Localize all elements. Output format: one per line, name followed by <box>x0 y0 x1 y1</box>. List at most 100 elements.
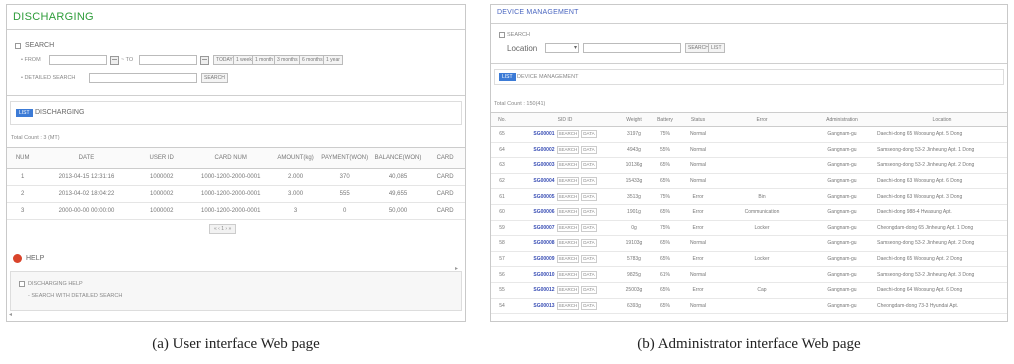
col-amount: AMOUNT(kg) <box>272 147 319 169</box>
help-icon <box>13 254 22 263</box>
cell-sid: SG00012 SEARCH DATA <box>513 282 617 299</box>
row-search-button[interactable]: SEARCH <box>556 270 580 279</box>
to-date-input[interactable] <box>139 55 197 65</box>
col-card-num: CARD NUM <box>188 147 273 169</box>
divider <box>491 63 1007 64</box>
row-data-button[interactable]: DATA <box>581 161 597 170</box>
row-search-button[interactable]: SEARCH <box>556 130 580 139</box>
row-data-button[interactable]: DATA <box>581 286 597 295</box>
cell-status: Error <box>679 251 717 268</box>
row-search-button[interactable]: SEARCH <box>556 145 580 154</box>
cell-weight: 1901g <box>617 204 651 221</box>
total-count: Total Count : 150(41) <box>494 101 546 107</box>
row-data-button[interactable]: DATA <box>581 223 597 232</box>
cell-administration: Gangnam-gu <box>807 251 877 268</box>
row-search-button[interactable]: SEARCH <box>556 239 580 248</box>
sid-link[interactable]: SG00004 <box>533 178 554 184</box>
sid-link[interactable]: SG00001 <box>533 131 554 137</box>
col-sid: SID ID <box>513 112 617 127</box>
row-search-button[interactable]: SEARCH <box>556 255 580 264</box>
row-data-button[interactable]: DATA <box>581 177 597 186</box>
row-data-button[interactable]: DATA <box>581 130 597 139</box>
table-row[interactable]: 59 SG00007 SEARCH DATA 0g 75% Error Locker Gangn… <box>491 220 1007 237</box>
sid-link[interactable]: SG00013 <box>533 303 554 309</box>
cell-status: Error <box>679 220 717 237</box>
search-button[interactable]: SEARCH <box>201 73 228 83</box>
help-checkbox-icon <box>19 281 25 287</box>
page-title: DISCHARGING <box>13 11 94 23</box>
sid-link[interactable]: SG00003 <box>533 162 554 168</box>
cell-no: 55 <box>491 282 513 299</box>
row-data-button[interactable]: DATA <box>581 192 597 201</box>
cell-status: Normal <box>679 126 717 143</box>
sid-link[interactable]: SG00006 <box>533 209 554 215</box>
period-3months-button[interactable]: 3 months <box>274 55 301 65</box>
cell-sid: SG00010 SEARCH DATA <box>513 266 617 283</box>
row-search-button[interactable]: SEARCH <box>556 223 580 232</box>
period-6months-button[interactable]: 6 months <box>299 55 326 65</box>
total-count: Total Count : 3 (MT) <box>11 135 60 141</box>
location-select[interactable]: ▾ <box>545 43 579 53</box>
table-row[interactable]: 60 SG00006 SEARCH DATA 1901g 65% Error Communic… <box>491 204 1007 221</box>
table-row[interactable]: 64 SG00002 SEARCH DATA 4943g 55% Normal Gangnam… <box>491 142 1007 159</box>
table-header-row: No. SID ID Weight Battery Status Error A… <box>491 112 1007 127</box>
sid-link[interactable]: SG00002 <box>533 147 554 153</box>
cell: 40,085 <box>370 168 426 186</box>
sid-link[interactable]: SG00007 <box>533 225 554 231</box>
cell-battery: 65% <box>651 282 679 299</box>
period-1month-button[interactable]: 1 month <box>252 55 277 65</box>
period-1year-button[interactable]: 1 year <box>323 55 343 65</box>
col-battery: Battery <box>651 112 679 127</box>
table-row[interactable]: 2 2013-04-02 18:04:22 1000002 1000-1200-… <box>7 185 465 203</box>
table-row[interactable]: 56 SG00010 SEARCH DATA 9825g 61% Normal Gangnam… <box>491 266 1007 283</box>
sid-link[interactable]: SG00008 <box>533 240 554 246</box>
table-row[interactable]: 58 SG00008 SEARCH DATA 19103g 65% Normal Gangna… <box>491 235 1007 252</box>
row-search-button[interactable]: SEARCH <box>556 161 580 170</box>
cell-administration: Gangnam-gu <box>807 188 877 205</box>
from-date-input[interactable] <box>49 55 107 65</box>
cell-administration: Gangnam-gu <box>807 220 877 237</box>
calendar-icon[interactable] <box>110 56 119 65</box>
row-search-button[interactable]: SEARCH <box>556 286 580 295</box>
cell-location: Daechi-dong 63 Woosung Apt. 3 Dong <box>877 188 1007 205</box>
table-row[interactable]: 3 2000-00-00 00:00:00 1000002 1000-1200-… <box>7 202 465 220</box>
row-data-button[interactable]: DATA <box>581 255 597 264</box>
scroll-left-icon[interactable]: ◂ <box>9 311 12 318</box>
cell-error <box>717 157 807 174</box>
sid-link[interactable]: SG00012 <box>533 287 554 293</box>
table-row[interactable]: 57 SG00009 SEARCH DATA 5783g 65% Error Locker Ga… <box>491 251 1007 268</box>
row-data-button[interactable]: DATA <box>581 301 597 310</box>
cell-weight: 6393g <box>617 298 651 315</box>
row-data-button[interactable]: DATA <box>581 208 597 217</box>
table-row[interactable]: 65 SG00001 SEARCH DATA 3197g 75% Normal Gangnam… <box>491 126 1007 143</box>
cell-sid: SG00007 SEARCH DATA <box>513 220 617 237</box>
sid-link[interactable]: SG00009 <box>533 256 554 262</box>
table-row[interactable]: 63 SG00003 SEARCH DATA 10136g 65% Normal Gangna… <box>491 157 1007 174</box>
row-search-button[interactable]: SEARCH <box>556 192 580 201</box>
table-row[interactable]: 1 2013-04-15 12:31:16 1000002 1000-1200-… <box>7 168 465 186</box>
calendar-icon[interactable] <box>200 56 209 65</box>
table-row[interactable]: 62 SG00004 SEARCH DATA 15433g 65% Normal Gangna… <box>491 173 1007 190</box>
list-button[interactable]: LIST <box>708 43 725 53</box>
row-data-button[interactable]: DATA <box>581 145 597 154</box>
sid-link[interactable]: SG00005 <box>533 194 554 200</box>
row-data-button[interactable]: DATA <box>581 239 597 248</box>
detailed-search-input[interactable] <box>89 73 197 83</box>
cell: 1000-1200-2000-0001 <box>188 185 273 203</box>
location-search-input[interactable] <box>583 43 681 53</box>
row-search-button[interactable]: SEARCH <box>556 301 580 310</box>
row-search-button[interactable]: SEARCH <box>556 177 580 186</box>
sid-link[interactable]: SG00010 <box>533 272 554 278</box>
pagination[interactable]: « ‹ 1 › » <box>209 224 237 234</box>
table-row[interactable]: 61 SG00005 SEARCH DATA 3513g 75% Error Bin Gangn… <box>491 188 1007 205</box>
divider <box>7 29 465 30</box>
cell-sid: SG00006 SEARCH DATA <box>513 204 617 221</box>
scroll-right-icon[interactable]: ▸ <box>455 265 458 272</box>
to-label: ~ TO <box>121 57 134 63</box>
col-payment: PAYMENT(WON) <box>318 147 371 169</box>
table-row[interactable]: 55 SG00012 SEARCH DATA 25003g 65% Error Cap Gang… <box>491 282 1007 299</box>
row-data-button[interactable]: DATA <box>581 270 597 279</box>
section-label: DISCHARGING <box>35 109 85 116</box>
table-row[interactable]: 54 SG00013 SEARCH DATA 6393g 65% Normal Gangnam… <box>491 298 1007 315</box>
row-search-button[interactable]: SEARCH <box>556 208 580 217</box>
